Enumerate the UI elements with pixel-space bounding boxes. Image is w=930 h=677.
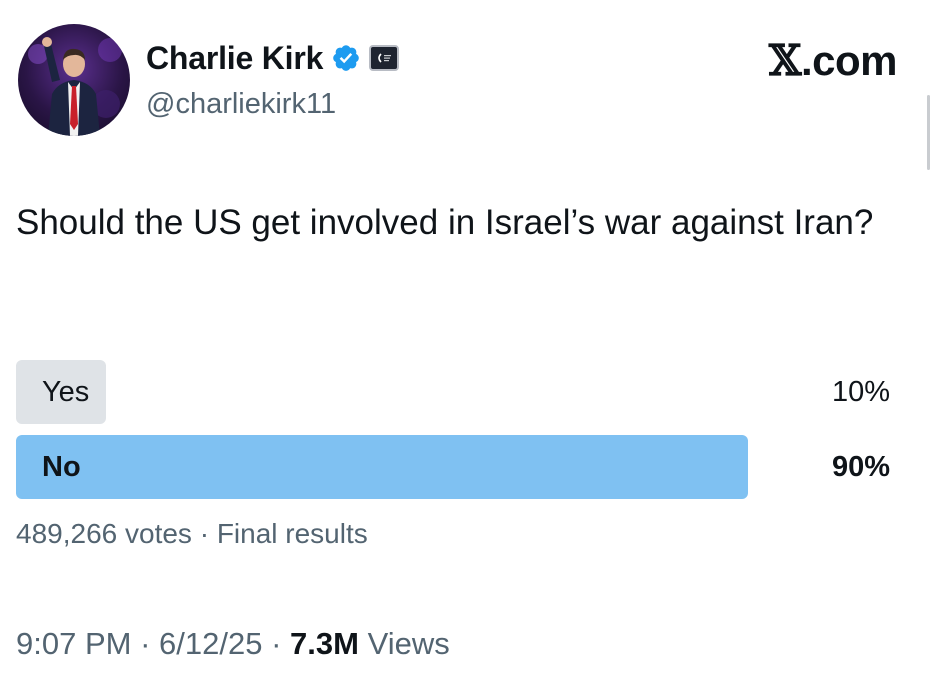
avatar[interactable]	[18, 24, 130, 136]
views-label[interactable]: Views	[368, 626, 450, 661]
name-row: Charlie Kirk	[146, 38, 400, 78]
poll-option-percent: 90%	[831, 451, 890, 483]
tweet-card: Charlie Kirk @charliekirk11 𝕏.com Should…	[0, 0, 930, 677]
display-name[interactable]: Charlie Kirk	[146, 40, 323, 77]
x-logo-icon: 𝕏	[768, 36, 802, 85]
poll-votes: 489,266 votes	[16, 518, 192, 549]
tweet-date[interactable]: 6/12/25	[159, 626, 262, 661]
poll-separator: ·	[199, 518, 210, 549]
affiliation-badge-icon[interactable]	[369, 45, 400, 71]
poll-option-label: Yes	[42, 376, 90, 408]
views-count[interactable]: 7.3M	[290, 626, 359, 661]
poll-option-yes: Yes 10%	[16, 360, 896, 424]
poll: Yes 10% No 90%	[16, 360, 896, 510]
poll-option-no: No 90%	[16, 435, 896, 499]
meta-separator: ·	[140, 626, 151, 661]
tweet-text: Should the US get involved in Israel’s w…	[16, 203, 874, 242]
poll-meta: 489,266 votes · Final results	[16, 518, 368, 550]
poll-option-label: No	[42, 451, 81, 483]
meta-separator: ·	[271, 626, 282, 661]
poll-option-percent: 10%	[831, 376, 890, 408]
poll-status: Final results	[216, 518, 368, 549]
tweet-time[interactable]: 9:07 PM	[16, 626, 131, 661]
x-com-logo: 𝕏.com	[768, 36, 898, 85]
poll-bar	[16, 435, 748, 499]
author-block: Charlie Kirk @charliekirk11	[146, 38, 400, 121]
handle[interactable]: @charliekirk11	[146, 88, 399, 121]
site-domain-text: .com	[800, 37, 898, 84]
verified-badge-icon[interactable]	[331, 43, 361, 73]
timestamp-row: 9:07 PM · 6/12/25 · 7.3M Views	[16, 626, 450, 662]
